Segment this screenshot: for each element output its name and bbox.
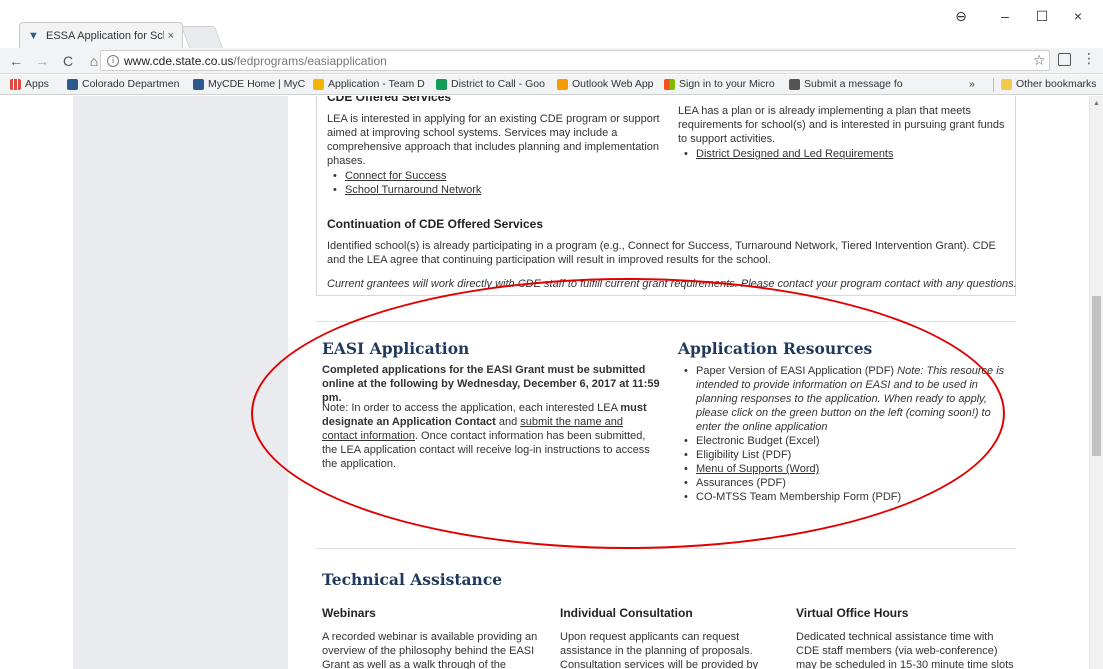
extension-icon[interactable] [1058,53,1071,66]
cde-favicon-icon: ▼ [28,29,39,42]
eligibility-list-link[interactable]: Eligibility List (PDF) [678,448,1008,462]
easi-note-text: Note: In order to access the application… [322,402,650,470]
paper-version-link[interactable]: Paper Version of EASI Application (PDF) [696,365,897,377]
continuation-heading: Continuation of CDE Offered Services [327,217,544,231]
tab-title: ESSA Application for Sch [46,29,164,42]
bookmarks-bar: Apps Colorado Departmen MyCDE Home | MyC… [0,75,1103,95]
tab-close-icon[interactable]: × [168,30,174,42]
assurances-link[interactable]: Assurances (PDF) [678,476,1008,490]
cde-offered-text: LEA is interested in applying for an exi… [327,113,660,167]
district-designed-link[interactable]: District Designed and Led Requirements [696,148,894,160]
bookmark-star-icon[interactable]: ☆ [1033,52,1046,69]
account-icon[interactable]: ⊖ [951,8,971,25]
maximize-button[interactable]: ☐ [1032,8,1052,25]
google-drive-icon [313,78,324,90]
bookmark-submit-message[interactable]: Submit a message fo [789,78,903,90]
left-sidebar [73,96,288,669]
individual-consultation-heading: Individual Consultation [560,606,693,620]
bookmark-outlook-web-app[interactable]: Outlook Web App [557,78,654,90]
browser-tab[interactable]: ▼ ESSA Application for Sch × [19,22,183,48]
continuation-note: Current grantees will work directly with… [327,278,1017,290]
folder-icon [1001,78,1012,90]
microsoft-icon [664,78,675,90]
bookmarks-overflow-button[interactable]: » [969,78,975,90]
list-item: School Turnaround Network [327,183,627,197]
bookmark-other-bookmarks[interactable]: Other bookmarks [1001,78,1097,90]
office-hours-text: Dedicated technical assistance time with… [796,631,1014,669]
resources-list: Paper Version of EASI Application (PDF) … [678,364,1008,504]
section-divider [316,548,1016,549]
chrome-menu-icon[interactable]: ⋮ [1082,50,1096,67]
form-icon [789,78,800,90]
consultation-text: Upon request applicants can request assi… [560,631,759,669]
cde-favicon-icon [193,78,204,90]
list-item: Connect for Success [327,169,627,183]
webinars-text: A recorded webinar is available providin… [322,631,538,669]
apps-grid-icon [10,78,21,90]
bookmark-apps[interactable]: Apps [10,78,49,90]
cde-favicon-icon [67,78,78,90]
bookmark-application-team[interactable]: Application - Team D [313,78,425,90]
close-window-button[interactable]: × [1068,8,1088,24]
scrollbar-thumb[interactable] [1092,296,1101,456]
virtual-office-hours-heading: Virtual Office Hours [796,606,909,620]
continuation-text: Identified school(s) is already particip… [327,240,996,266]
page-scrollbar[interactable]: ▲ [1089,96,1103,669]
page-content: CDE Offered Services LEA is interested i… [0,96,1089,669]
easi-deadline-text: Completed applications for the EASI Gran… [322,364,660,404]
bookmark-mycde-home[interactable]: MyCDE Home | MyC [193,78,305,90]
easi-application-heading: EASI Application [322,339,470,358]
electronic-budget-link[interactable]: Electronic Budget (Excel) [678,434,1008,448]
url-host: www.cde.state.co.us [124,53,234,68]
district-links: District Designed and Led Requirements [678,147,978,161]
outlook-icon [557,78,568,90]
google-sheets-icon [436,78,447,90]
bookmark-colorado-department[interactable]: Colorado Departmen [67,78,179,90]
site-info-icon[interactable]: i [107,54,119,67]
co-mtss-form-link[interactable]: CO-MTSS Team Membership Form (PDF) [678,490,1008,504]
bookmark-sign-in-microsoft[interactable]: Sign in to your Micro [664,78,775,90]
section-divider [316,321,1016,322]
browser-toolbar: ← → C ⌂ i www.cde.state.co.us /fedprogra… [0,48,1103,74]
application-resources-heading: Application Resources [678,339,873,358]
back-icon[interactable]: ← [6,53,26,69]
list-item[interactable]: Paper Version of EASI Application (PDF) … [678,364,1008,434]
technical-assistance-heading: Technical Assistance [322,570,503,589]
school-turnaround-network-link[interactable]: School Turnaround Network [345,184,481,196]
forward-icon[interactable]: → [32,53,52,69]
menu-of-supports-link[interactable]: Menu of Supports (Word) [696,463,819,475]
district-designed-text: LEA has a plan or is already implementin… [678,105,1005,145]
reload-icon[interactable]: C [58,53,78,69]
cde-offered-links: Connect for Success School Turnaround Ne… [327,169,627,197]
list-item: District Designed and Led Requirements [678,147,978,161]
address-bar[interactable]: i www.cde.state.co.us /fedprograms/easia… [100,50,1050,71]
title-bar: ▼ ESSA Application for Sch × ⊖ – ☐ × [0,0,1103,48]
connect-for-success-link[interactable]: Connect for Success [345,170,447,182]
webinars-heading: Webinars [322,606,376,620]
bookmark-district-to-call[interactable]: District to Call - Goo [436,78,545,90]
new-tab-button[interactable] [180,26,224,48]
bookmarks-separator [993,78,994,92]
list-item: Menu of Supports (Word) [678,462,1008,476]
minimize-button[interactable]: – [995,8,1015,24]
scroll-up-arrow-icon[interactable]: ▲ [1093,100,1100,107]
cde-offered-heading: CDE Offered Services [327,96,452,104]
url-path: /fedprograms/easiapplication [233,53,387,68]
